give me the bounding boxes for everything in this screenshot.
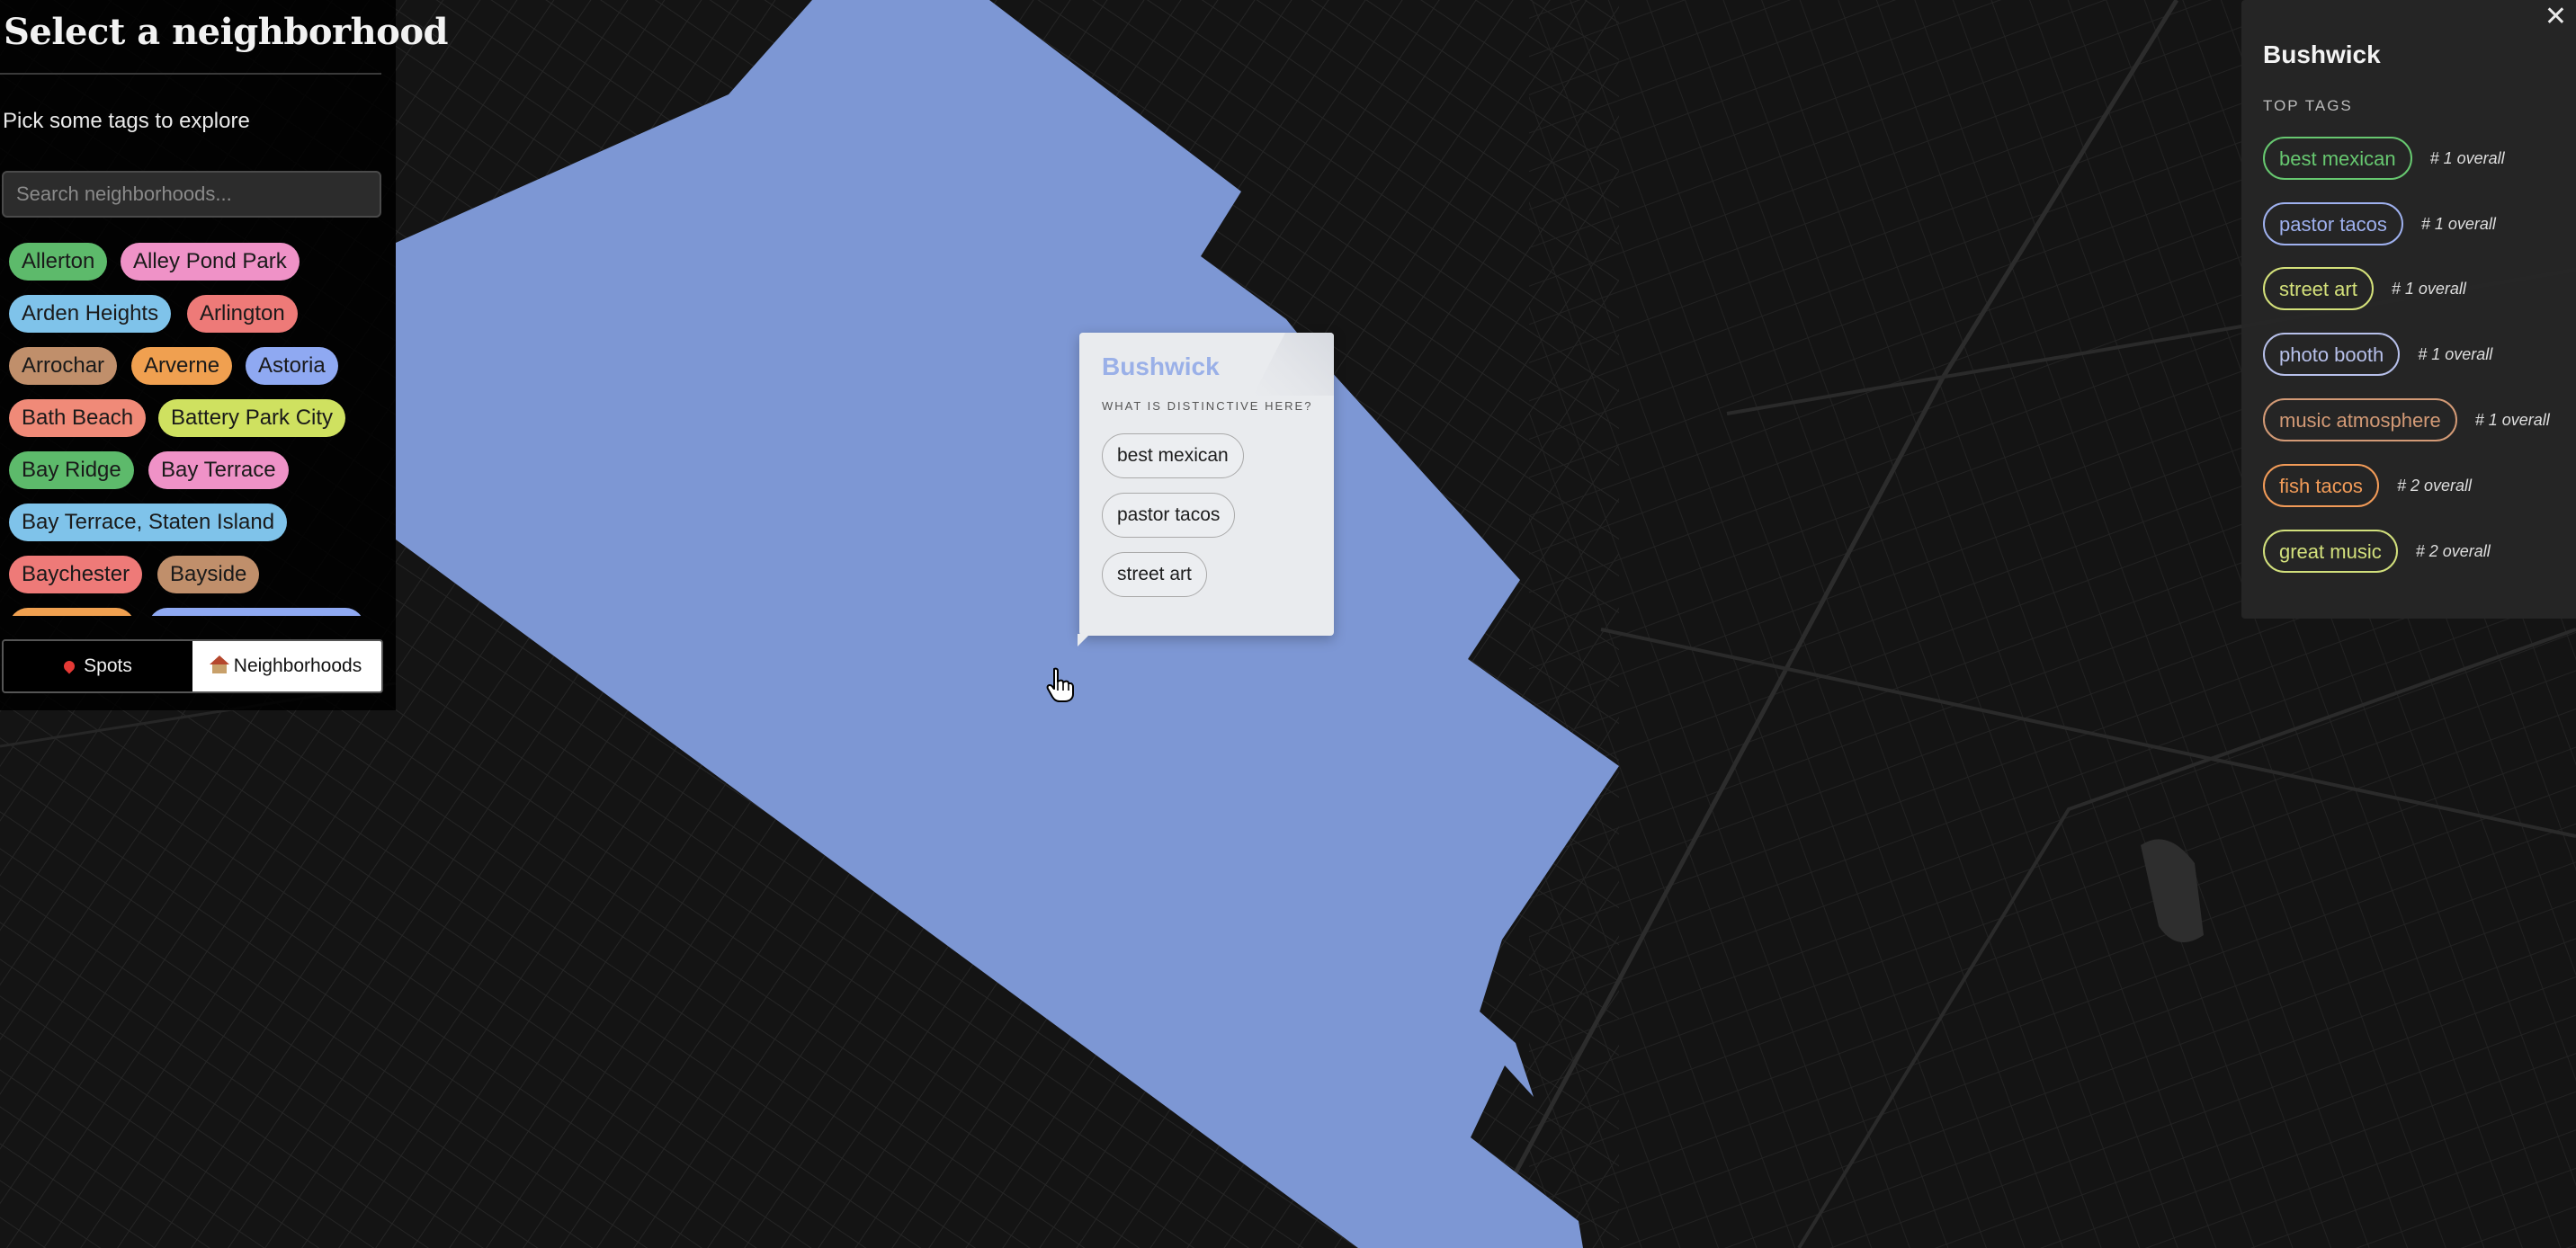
neighborhood-chip-partial[interactable]	[148, 608, 364, 616]
popup-corner-fold	[1253, 333, 1334, 396]
map-app: Select a neighborhood Pick some tags to …	[0, 0, 2576, 1248]
map-pin-icon	[61, 658, 77, 674]
panel-title: Select a neighborhood	[4, 11, 449, 53]
neighborhood-chip-bay-ridge[interactable]: Bay Ridge	[9, 451, 134, 489]
tag-rank: # 1 overall	[2418, 344, 2493, 363]
neighborhood-chip-bay-terrace-staten-island[interactable]: Bay Terrace, Staten Island	[9, 504, 288, 541]
tag-rank: # 2 overall	[2396, 476, 2472, 495]
top-tag-row: photo booth # 1 overall	[2263, 333, 2492, 376]
popup-tag[interactable]: pastor tacos	[1102, 493, 1236, 538]
top-tag-row: great music # 2 overall	[2263, 530, 2491, 573]
neighborhood-chip-bath-beach[interactable]: Bath Beach	[9, 399, 147, 437]
popup-subtitle: WHAT IS DISTINCTIVE HERE?	[1102, 399, 1313, 413]
neighborhood-chip-alley-pond-park[interactable]: Alley Pond Park	[121, 243, 300, 281]
popup-tag[interactable]: best mexican	[1102, 433, 1244, 478]
spots-mode-label: Spots	[84, 655, 132, 676]
panel-subtitle: Pick some tags to explore	[3, 109, 250, 133]
neighborhood-chip-arrochar[interactable]: Arrochar	[9, 347, 118, 385]
top-tag[interactable]: best mexican	[2263, 137, 2412, 180]
title-divider	[0, 73, 381, 75]
neighborhood-details-panel: ✕ Bushwick TOP TAGS best mexican # 1 ove…	[2241, 0, 2576, 619]
house-icon	[209, 655, 229, 673]
neighborhood-chip-arverne[interactable]: Arverne	[131, 347, 233, 385]
neighborhood-chip-battery-park-city[interactable]: Battery Park City	[158, 399, 346, 437]
popup-tail	[1078, 634, 1090, 646]
neighborhoods-mode-label: Neighborhoods	[233, 655, 362, 676]
top-tag[interactable]: street art	[2263, 267, 2374, 310]
tag-rank: # 1 overall	[2420, 214, 2496, 233]
close-icon[interactable]: ✕	[2545, 4, 2567, 31]
top-tag-row: street art # 1 overall	[2263, 267, 2466, 310]
neighborhood-chip-baychester[interactable]: Baychester	[9, 556, 143, 593]
top-tag[interactable]: great music	[2263, 530, 2398, 573]
search-neighborhoods-input[interactable]	[2, 171, 381, 218]
view-mode-toggle[interactable]: Spots Neighborhoods	[2, 639, 383, 693]
tag-rank: # 2 overall	[2415, 541, 2491, 560]
top-tag-row: fish tacos # 2 overall	[2263, 464, 2472, 507]
neighborhood-chip-allerton[interactable]: Allerton	[9, 243, 108, 281]
neighborhood-chip-arden-heights[interactable]: Arden Heights	[9, 295, 172, 333]
hand-cursor-icon	[1046, 667, 1074, 702]
top-tag[interactable]: fish tacos	[2263, 464, 2379, 507]
spots-mode-button[interactable]: Spots	[4, 641, 192, 691]
top-tag-row: music atmosphere # 1 overall	[2263, 398, 2550, 441]
tag-rank: # 1 overall	[2474, 410, 2550, 429]
top-tags-heading: TOP TAGS	[2263, 97, 2353, 114]
tag-rank: # 1 overall	[2391, 279, 2466, 298]
neighborhood-chip-arlington[interactable]: Arlington	[187, 295, 298, 333]
popup-tag[interactable]: street art	[1102, 552, 1207, 597]
neighborhoods-mode-button[interactable]: Neighborhoods	[192, 641, 381, 691]
neighborhood-chip-partial[interactable]	[9, 608, 135, 616]
tag-rank: # 1 overall	[2429, 148, 2505, 167]
details-title: Bushwick	[2263, 40, 2381, 68]
top-tag[interactable]: music atmosphere	[2263, 398, 2457, 441]
popup-title: Bushwick	[1102, 352, 1220, 380]
neighborhood-popup: Bushwick WHAT IS DISTINCTIVE HERE? best …	[1078, 333, 1334, 646]
top-tag[interactable]: photo booth	[2263, 333, 2401, 376]
neighborhood-chip-list[interactable]: Allerton Alley Pond Park Arden Heights A…	[9, 238, 387, 616]
neighborhood-chip-bayside[interactable]: Bayside	[157, 556, 260, 593]
neighborhood-selector-panel: Select a neighborhood Pick some tags to …	[0, 0, 449, 710]
top-tag-row: best mexican # 1 overall	[2263, 137, 2505, 180]
neighborhood-chip-astoria[interactable]: Astoria	[246, 347, 338, 385]
top-tag[interactable]: pastor tacos	[2263, 202, 2403, 245]
top-tag-row: pastor tacos # 1 overall	[2263, 202, 2496, 245]
neighborhood-chip-bay-terrace[interactable]: Bay Terrace	[148, 451, 289, 489]
